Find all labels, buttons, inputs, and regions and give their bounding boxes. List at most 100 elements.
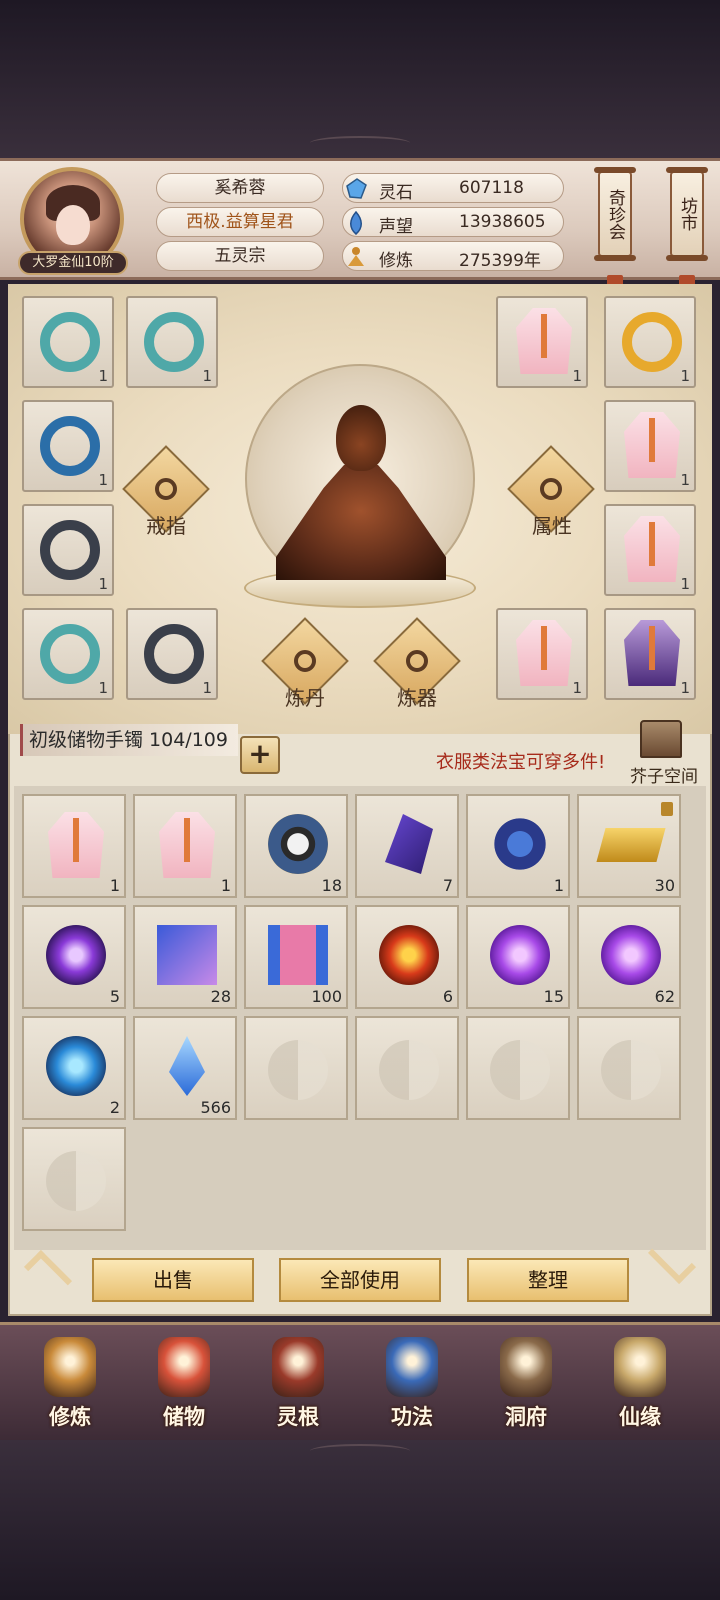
equip-slot-ring[interactable]: 1 xyxy=(126,296,218,388)
item-count: 100 xyxy=(311,987,342,1006)
inventory-grid: 1 1 18 7 1 30 5 28 100 6 15 62 2 566 xyxy=(14,786,706,1250)
notice-text: 衣服类法宝可穿多件! xyxy=(436,752,606,773)
blue-orb-icon xyxy=(46,1036,106,1096)
nav-label: 灵根 xyxy=(277,1405,319,1429)
stat-label: 灵石 xyxy=(379,183,413,203)
equip-slot-ring[interactable]: 1 xyxy=(126,608,218,700)
item-count: 15 xyxy=(543,987,564,1006)
item-count: 1 xyxy=(98,367,108,385)
immortal-fate-icon xyxy=(614,1337,666,1397)
bag-slot[interactable]: 30 xyxy=(577,794,681,898)
item-count: 1 xyxy=(98,679,108,697)
avatar-face xyxy=(56,205,90,245)
nav-label: 洞府 xyxy=(505,1405,547,1429)
bag-slot[interactable]: 15 xyxy=(466,905,570,1009)
reputation-icon xyxy=(350,210,362,235)
bag-slot[interactable]: 566 xyxy=(133,1016,237,1120)
bag-slot[interactable]: 6 xyxy=(355,905,459,1009)
sell-button[interactable]: 出售 xyxy=(92,1258,254,1302)
treasure-auction-button[interactable]: 奇珍会 xyxy=(594,167,636,261)
pearl-ring-icon xyxy=(40,520,100,580)
mustard-space-label[interactable]: 芥子空间 xyxy=(630,762,698,787)
item-count: 2 xyxy=(109,1098,120,1117)
bagua-compass-icon xyxy=(268,814,328,874)
equip-slot-spirit[interactable]: 1 xyxy=(604,608,696,700)
nav-item-cultivate[interactable]: 修炼 xyxy=(22,1333,118,1439)
ring-label: 戒指 xyxy=(146,514,186,538)
empty-bag-slot[interactable] xyxy=(244,1016,348,1120)
equip-slot-ring[interactable]: 1 xyxy=(22,296,114,388)
lock-icon xyxy=(661,802,673,816)
expand-storage-button[interactable]: + xyxy=(240,736,280,774)
chest-icon[interactable] xyxy=(640,720,682,758)
spirit-herb-icon xyxy=(490,814,550,874)
bag-slot[interactable]: 18 xyxy=(244,794,348,898)
bag-slot[interactable]: 1 xyxy=(22,794,126,898)
top-ornament xyxy=(310,136,410,150)
empty-bag-slot[interactable] xyxy=(577,1016,681,1120)
nav-item-immortal-fate[interactable]: 仙缘 xyxy=(592,1333,688,1439)
pink-robe-icon xyxy=(516,308,572,374)
spirit-root-icon xyxy=(272,1337,324,1397)
pink-robe-icon xyxy=(624,516,680,582)
equip-slot-ring[interactable]: 1 xyxy=(22,400,114,492)
equip-slot-ring[interactable]: 1 xyxy=(22,608,114,700)
nav-item-spirit-root[interactable]: 灵根 xyxy=(250,1333,346,1439)
bag-slot[interactable]: 62 xyxy=(577,905,681,1009)
cultivate-icon xyxy=(44,1337,96,1397)
equip-slot-robe[interactable]: 1 xyxy=(496,296,588,388)
player-sect[interactable]: 五灵宗 xyxy=(156,241,324,271)
nav-label: 储物 xyxy=(163,1405,205,1429)
purple-crystal-icon xyxy=(385,814,433,874)
talisman-banner-icon xyxy=(157,925,217,985)
item-count: 1 xyxy=(98,575,108,593)
purple-flame-orb-icon xyxy=(46,925,106,985)
equip-slot-robe[interactable]: 1 xyxy=(604,400,696,492)
equip-slot-ring[interactable]: 1 xyxy=(22,504,114,596)
empty-bag-slot[interactable] xyxy=(466,1016,570,1120)
item-count: 1 xyxy=(553,876,564,895)
bag-slot[interactable]: 100 xyxy=(244,905,348,1009)
attribute-label: 属性 xyxy=(532,514,572,538)
jade-ring-icon xyxy=(40,624,100,684)
bag-slot[interactable]: 1 xyxy=(466,794,570,898)
equip-slot-robe[interactable]: 1 xyxy=(604,504,696,596)
item-count: 1 xyxy=(98,471,108,489)
market-button[interactable]: 坊市 xyxy=(666,167,708,261)
forge-label: 炼器 xyxy=(397,686,437,710)
equip-slot-robe[interactable]: 1 xyxy=(496,608,588,700)
technique-book-icon xyxy=(386,1337,438,1397)
sort-button[interactable]: 整理 xyxy=(467,1258,629,1302)
equip-slot-ring[interactable]: 1 xyxy=(604,296,696,388)
item-count: 6 xyxy=(442,987,453,1006)
gold-ingot-icon xyxy=(596,828,666,862)
nav-label: 功法 xyxy=(391,1405,433,1429)
spirit-stone-icon xyxy=(346,178,367,199)
player-title[interactable]: 西极.益算星君 xyxy=(156,207,324,237)
blue-ring-icon xyxy=(40,416,100,476)
nav-item-cave-mansion[interactable]: 洞府 xyxy=(478,1333,574,1439)
nav-item-technique-book[interactable]: 功法 xyxy=(364,1333,460,1439)
bag-slot[interactable]: 5 xyxy=(22,905,126,1009)
item-count: 1 xyxy=(680,367,690,385)
storage-capacity-label: 初级储物手镯 104/109 xyxy=(20,724,238,756)
stat-label: 声望 xyxy=(379,217,413,237)
bag-slot[interactable]: 1 xyxy=(133,794,237,898)
empty-slot-icon xyxy=(379,1040,439,1100)
empty-slot-icon xyxy=(490,1040,550,1100)
bag-slot[interactable]: 2 xyxy=(22,1016,126,1120)
nav-item-storage-bag[interactable]: 储物 xyxy=(136,1333,232,1439)
violet-orb-icon xyxy=(601,925,661,985)
item-count: 5 xyxy=(109,987,120,1006)
storage-bag-icon xyxy=(158,1337,210,1397)
pink-robe-icon xyxy=(516,620,572,686)
stat-cultivation: 修炼 275399年 xyxy=(342,241,564,271)
stat-value: 275399年 xyxy=(459,251,541,271)
use-all-button[interactable]: 全部使用 xyxy=(279,1258,441,1302)
player-header: 大罗金仙10阶 奚希蓉 西极.益算星君 五灵宗 灵石 607118 声望 139… xyxy=(0,158,720,297)
bag-slot[interactable]: 28 xyxy=(133,905,237,1009)
empty-bag-slot[interactable] xyxy=(22,1127,126,1231)
bag-slot[interactable]: 7 xyxy=(355,794,459,898)
item-count: 1 xyxy=(680,575,690,593)
empty-bag-slot[interactable] xyxy=(355,1016,459,1120)
